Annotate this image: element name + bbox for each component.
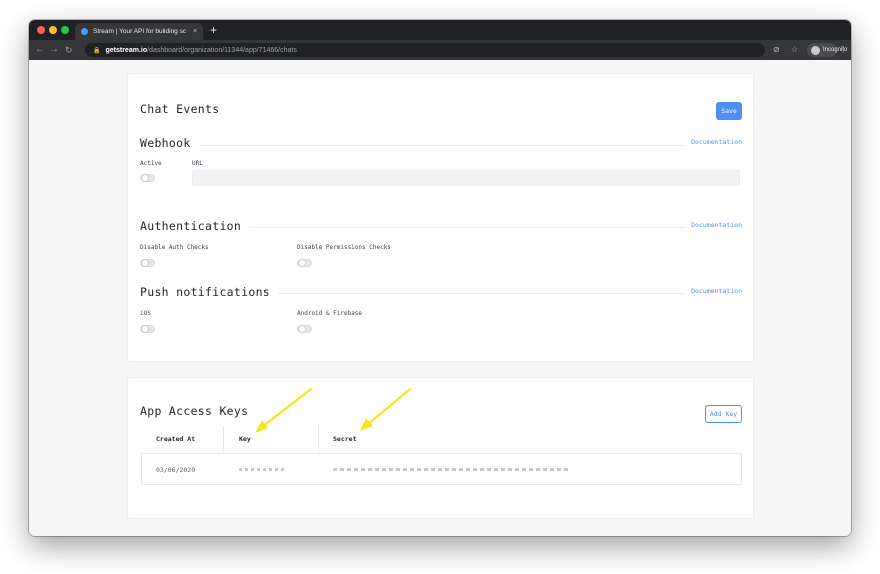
tab-close-icon[interactable]: × xyxy=(193,28,197,35)
android-firebase-toggle[interactable] xyxy=(297,325,312,333)
add-key-button[interactable]: Add Key xyxy=(705,405,742,423)
webhook-heading: Webhook xyxy=(140,136,199,150)
toggle-knob xyxy=(141,325,149,333)
disable-auth-checks-label: Disable Auth Checks xyxy=(140,244,209,251)
toggle-knob xyxy=(298,259,306,267)
eye-off-icon[interactable]: ⊘ xyxy=(773,43,780,57)
created-at-cell: 03/06/2020 xyxy=(156,466,196,474)
column-header-created-at: Created At xyxy=(156,435,196,443)
chat-events-card: Chat Events Save Webhook Documentation A… xyxy=(127,73,754,362)
column-divider xyxy=(223,426,224,451)
incognito-badge[interactable]: Incognito xyxy=(807,43,847,57)
column-divider xyxy=(318,426,319,451)
url-path: /dashboard/organization/11344/app/71466/… xyxy=(147,46,297,54)
authentication-heading: Authentication xyxy=(140,219,250,233)
table-row: 03/06/2020 xyxy=(141,453,742,485)
webhook-divider xyxy=(140,145,742,146)
page-viewport: Chat Events Save Webhook Documentation A… xyxy=(29,60,851,536)
browser-tab[interactable]: Stream | Your API for building sc × xyxy=(75,23,203,40)
lock-icon: 🔒 xyxy=(93,47,101,54)
browser-window: Stream | Your API for building sc × + ← … xyxy=(29,20,851,536)
ios-label: iOS xyxy=(140,310,151,317)
stream-favicon-icon xyxy=(81,28,88,35)
disable-permissions-checks-toggle[interactable] xyxy=(297,259,312,267)
access-keys-title: App Access Keys xyxy=(140,404,249,418)
webhook-documentation-link[interactable]: Documentation xyxy=(685,138,742,146)
url-label: URL xyxy=(192,160,203,167)
redacted-secret xyxy=(333,468,571,471)
toggle-knob xyxy=(298,325,306,333)
active-label: Active xyxy=(140,160,162,167)
push-documentation-link[interactable]: Documentation xyxy=(685,287,742,295)
incognito-icon xyxy=(811,45,820,55)
webhook-active-toggle[interactable] xyxy=(140,174,155,182)
disable-permissions-checks-label: Disable Permissions Checks xyxy=(297,244,391,251)
toggle-knob xyxy=(141,259,149,267)
tab-title: Stream | Your API for building sc xyxy=(93,28,187,35)
address-url: getstream.io/dashboard/organization/1134… xyxy=(105,47,296,54)
maximize-window-button[interactable] xyxy=(61,26,69,34)
column-header-key: Key xyxy=(239,435,251,443)
more-menu-icon[interactable]: ⋮ xyxy=(839,43,847,57)
app-access-keys-card: App Access Keys Add Key Created At Key S… xyxy=(127,377,754,519)
android-firebase-label: Android & Firebase xyxy=(297,310,363,317)
push-notifications-heading: Push notifications xyxy=(140,285,279,299)
column-header-secret: Secret xyxy=(333,435,357,443)
close-window-button[interactable] xyxy=(37,26,45,34)
url-host: getstream.io xyxy=(105,46,148,54)
ios-push-toggle[interactable] xyxy=(140,325,155,333)
minimize-window-button[interactable] xyxy=(49,26,57,34)
authentication-documentation-link[interactable]: Documentation xyxy=(685,221,742,229)
disable-auth-checks-toggle[interactable] xyxy=(140,259,155,267)
save-button[interactable]: Save xyxy=(716,102,742,120)
bookmark-star-icon[interactable]: ☆ xyxy=(791,43,798,57)
forward-arrow-icon[interactable]: → xyxy=(49,43,59,57)
reload-icon[interactable]: ↻ xyxy=(65,43,73,57)
back-arrow-icon[interactable]: ← xyxy=(35,43,45,57)
address-bar[interactable]: 🔒 getstream.io/dashboard/organization/11… xyxy=(85,43,765,57)
new-tab-button[interactable]: + xyxy=(210,23,217,37)
redacted-key xyxy=(239,468,286,471)
browser-toolbar: ← → ↻ 🔒 getstream.io/dashboard/organizat… xyxy=(29,40,851,60)
webhook-url-input[interactable] xyxy=(192,170,740,186)
page-title: Chat Events xyxy=(140,102,220,116)
toggle-knob xyxy=(141,174,149,182)
tab-bar: Stream | Your API for building sc × + xyxy=(29,20,851,40)
